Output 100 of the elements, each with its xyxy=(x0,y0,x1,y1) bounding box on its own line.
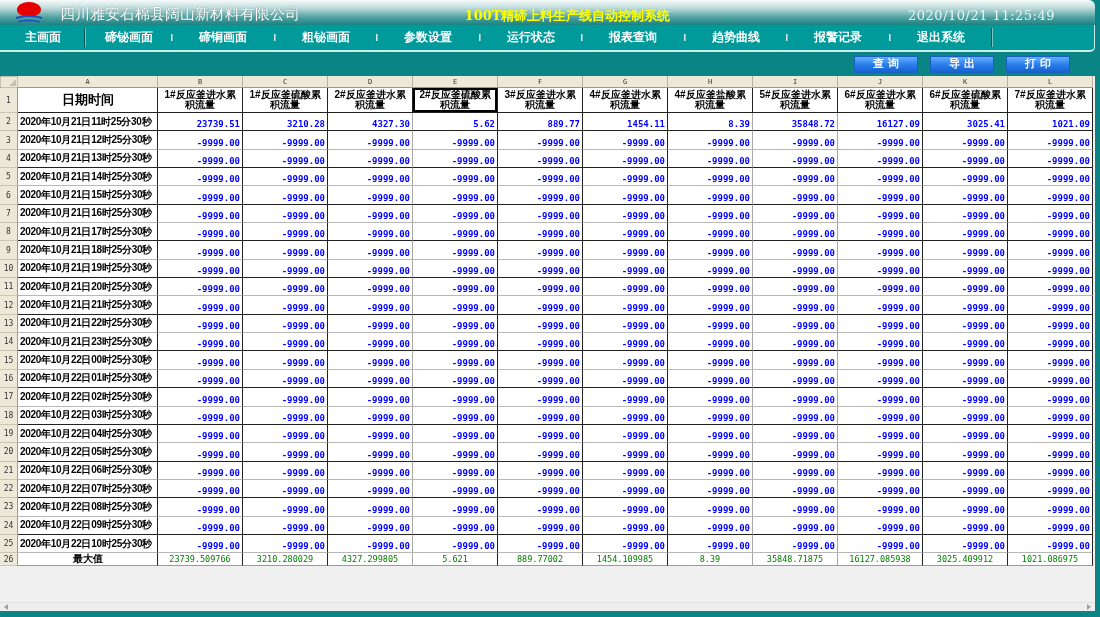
table-cell: 2020年10月21日23时25分30秒 xyxy=(18,333,158,352)
table-cell: -9999.00 xyxy=(498,241,583,260)
toolbar-button[interactable]: 打 印 xyxy=(1006,55,1070,73)
table-cell: -9999.00 xyxy=(838,223,923,242)
corner-triangle-icon[interactable] xyxy=(0,76,18,88)
table-cell: -9999.00 xyxy=(243,333,328,352)
table-cell: -9999.00 xyxy=(158,223,243,242)
table-cell: -9999.00 xyxy=(498,131,583,150)
table-cell: -9999.00 xyxy=(1008,388,1093,407)
nav-item[interactable]: 碲铜画面 xyxy=(172,25,275,50)
table-cell: 2020年10月21日18时25分30秒 xyxy=(18,241,158,260)
table-cell: -9999.00 xyxy=(328,241,413,260)
table-cell: -9999.00 xyxy=(158,168,243,187)
table-cell: -9999.00 xyxy=(753,351,838,370)
table-cell: 1021.086975 xyxy=(1008,553,1093,567)
column-header: 1#反应釜进水累积流量 xyxy=(158,88,243,113)
table-cell: -9999.00 xyxy=(838,498,923,517)
table-cell: -9999.00 xyxy=(1008,131,1093,150)
table-cell: -9999.00 xyxy=(923,388,1008,407)
date-time: 2020/10/21 11:25:49 xyxy=(908,7,1056,23)
column-header: 3#反应釜进水累积流量 xyxy=(498,88,583,113)
table-cell: -9999.00 xyxy=(923,241,1008,260)
nav-item[interactable]: 主画面 xyxy=(0,25,85,50)
column-header: 6#反应釜硫酸累积流量 xyxy=(923,88,1008,113)
table-cell: -9999.00 xyxy=(923,296,1008,315)
table-cell: -9999.00 xyxy=(158,186,243,205)
table-cell: -9999.00 xyxy=(838,278,923,297)
table-cell: -9999.00 xyxy=(923,443,1008,462)
table-cell: 2020年10月21日17时25分30秒 xyxy=(18,223,158,242)
table-cell: -9999.00 xyxy=(328,443,413,462)
nav-item[interactable]: 运行状态 xyxy=(479,25,582,50)
row-number: 9 xyxy=(0,241,18,260)
nav-item[interactable]: 趋势曲线 xyxy=(684,25,787,50)
toolbar-button[interactable]: 查 询 xyxy=(854,55,918,73)
table-cell: -9999.00 xyxy=(583,296,668,315)
table-cell: -9999.00 xyxy=(498,168,583,187)
column-header: 6#反应釜进水累积流量 xyxy=(838,88,923,113)
row-number: 20 xyxy=(0,443,18,462)
table-cell: 2020年10月21日15时25分30秒 xyxy=(18,186,158,205)
row-number: 6 xyxy=(0,186,18,205)
nav-item[interactable]: 报表查询 xyxy=(582,25,685,50)
row-number: 12 xyxy=(0,296,18,315)
column-header: 4#反应釜进水累积流量 xyxy=(583,88,668,113)
nav-item[interactable]: 退出系统 xyxy=(889,25,992,50)
table-cell: -9999.00 xyxy=(158,333,243,352)
row-number: 11 xyxy=(0,278,18,297)
row-number: 15 xyxy=(0,351,18,370)
nav-item[interactable]: 粗铋画面 xyxy=(274,25,377,50)
scroll-left-icon[interactable] xyxy=(4,604,8,610)
table-cell: -9999.00 xyxy=(923,333,1008,352)
table-cell: 2020年10月21日11时25分30秒 xyxy=(18,113,158,132)
row-number: 14 xyxy=(0,333,18,352)
table-cell: 35848.72 xyxy=(753,113,838,132)
table-cell: -9999.00 xyxy=(1008,186,1093,205)
table-cell: -9999.00 xyxy=(498,223,583,242)
table-cell: -9999.00 xyxy=(668,333,753,352)
toolbar-button[interactable]: 导 出 xyxy=(930,55,994,73)
table-cell: 3025.409912 xyxy=(923,553,1008,567)
table-cell: -9999.00 xyxy=(243,498,328,517)
table-cell: -9999.00 xyxy=(838,443,923,462)
scroll-right-icon[interactable] xyxy=(1087,604,1091,610)
row-number: 3 xyxy=(0,131,18,150)
row-number: 5 xyxy=(0,168,18,187)
column-header: 7#反应釜进水累积流量 xyxy=(1008,88,1093,113)
table-cell: -9999.00 xyxy=(583,241,668,260)
table-cell: -9999.00 xyxy=(838,168,923,187)
table-cell: -9999.00 xyxy=(668,186,753,205)
table-cell: 2020年10月21日14时25分30秒 xyxy=(18,168,158,187)
table-cell: -9999.00 xyxy=(243,351,328,370)
table-cell: -9999.00 xyxy=(413,388,498,407)
table-cell: -9999.00 xyxy=(668,223,753,242)
table-cell: 889.77002 xyxy=(498,553,583,567)
table-cell: -9999.00 xyxy=(1008,498,1093,517)
nav-item[interactable]: 参数设置 xyxy=(377,25,480,50)
table-cell: -9999.00 xyxy=(838,186,923,205)
column-header: 日期时间 xyxy=(18,88,158,113)
table-cell: -9999.00 xyxy=(413,168,498,187)
column-header: 5#反应釜进水累积流量 xyxy=(753,88,838,113)
table-cell: -9999.00 xyxy=(498,351,583,370)
table-cell: -9999.00 xyxy=(243,296,328,315)
table-cell: -9999.00 xyxy=(328,131,413,150)
column-header: 4#反应釜盐酸累积流量 xyxy=(668,88,753,113)
table-cell: -9999.00 xyxy=(328,278,413,297)
column-header: 2#反应釜进水累积流量 xyxy=(328,88,413,113)
table-cell: -9999.00 xyxy=(923,186,1008,205)
table-cell: -9999.00 xyxy=(328,351,413,370)
horizontal-scrollbar[interactable] xyxy=(0,602,1095,611)
table-cell: -9999.00 xyxy=(243,168,328,187)
table-cell: -9999.00 xyxy=(583,131,668,150)
table-cell: -9999.00 xyxy=(583,351,668,370)
table-cell: -9999.00 xyxy=(753,498,838,517)
nav-item[interactable]: 碲铋画面 xyxy=(85,25,172,50)
table-cell: 2020年10月22日05时25分30秒 xyxy=(18,443,158,462)
table-cell: -9999.00 xyxy=(668,351,753,370)
table-cell: 4327.299805 xyxy=(328,553,413,567)
table-cell: 4327.30 xyxy=(328,113,413,132)
table-cell: -9999.00 xyxy=(498,278,583,297)
table-cell: -9999.00 xyxy=(158,296,243,315)
nav-item[interactable]: 报警记录 xyxy=(787,25,890,50)
table-cell: 3210.280029 xyxy=(243,553,328,567)
